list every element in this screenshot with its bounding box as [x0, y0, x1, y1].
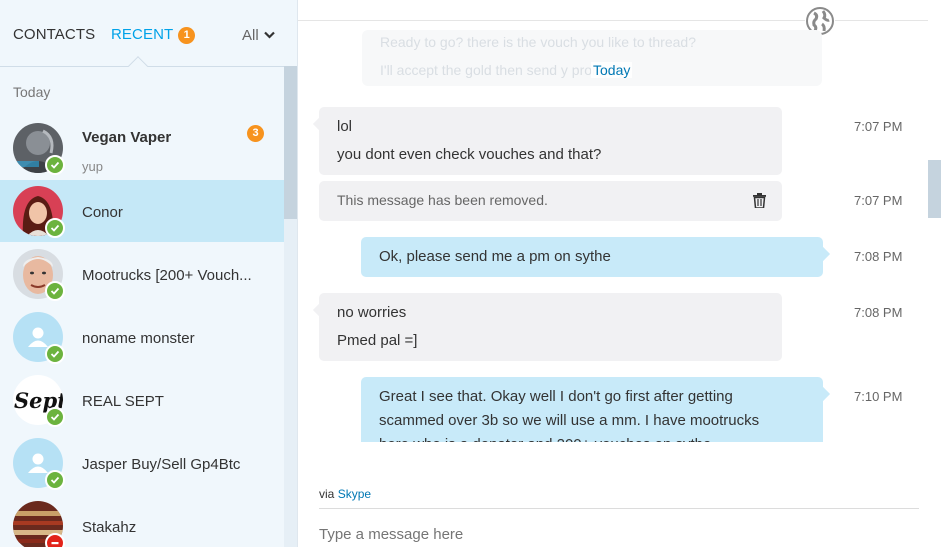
unread-badge: 3: [247, 125, 264, 142]
contact-item-stakahz[interactable]: Stakahz: [0, 495, 284, 547]
outgoing-message[interactable]: Ok, please send me a pm on sythe: [361, 237, 831, 277]
incoming-message[interactable]: no worries Pmed pal =]: [312, 293, 782, 361]
chat-scrollbar-thumb[interactable]: [928, 160, 941, 218]
contact-name: Mootrucks [200+ Vouch...: [82, 267, 252, 284]
contact-item-conor[interactable]: Conor: [0, 180, 284, 242]
trash-icon[interactable]: [753, 193, 766, 212]
bubble-tail: [312, 302, 328, 318]
online-status-icon: [45, 155, 65, 175]
contact-item-vegan-vaper[interactable]: Vegan Vaper yup 3: [0, 117, 284, 179]
online-status-icon: [45, 470, 65, 490]
bubble-tail: [312, 116, 328, 132]
via-skype-link[interactable]: Skype: [338, 487, 371, 501]
filter-dropdown[interactable]: All: [242, 26, 275, 44]
message-list-fade: [298, 442, 928, 472]
tab-recent-label: RECENT: [111, 26, 174, 43]
online-status-icon: [45, 344, 65, 364]
sidebar: CONTACTS RECENT 1 All Today Vegan Vaper y…: [0, 0, 297, 547]
tab-contacts[interactable]: CONTACTS: [13, 26, 95, 43]
online-status-icon: [45, 218, 65, 238]
contact-item-jasper[interactable]: Jasper Buy/Sell Gp4Btc: [0, 432, 284, 494]
contact-name: Jasper Buy/Sell Gp4Btc: [82, 456, 241, 473]
contact-name: REAL SEPT: [82, 393, 164, 410]
faded-message-line: Ready to go? there is the vouch you like…: [380, 34, 696, 50]
contact-last-message: yup: [82, 159, 103, 174]
message-text: you dont even check vouches and that?: [337, 146, 602, 163]
message-text: Ok, please send me a pm on sythe: [379, 248, 611, 265]
removed-message[interactable]: This message has been removed.: [319, 181, 782, 221]
message-text: Great I see that. Okay well I don't go f…: [379, 388, 733, 405]
message-timestamp: 7:07 PM: [854, 119, 903, 134]
online-status-icon: [45, 281, 65, 301]
contact-name: Conor: [82, 204, 123, 221]
chevron-down-icon: [263, 26, 275, 43]
message-text: lol: [337, 118, 353, 135]
recent-badge: 1: [178, 27, 196, 44]
filter-label: All: [242, 27, 259, 44]
busy-status-icon: [45, 533, 65, 547]
message-text: Pmed pal =]: [337, 332, 418, 349]
via-prefix: via: [319, 487, 335, 501]
contact-item-mootrucks[interactable]: Mootrucks [200+ Vouch...: [0, 243, 284, 305]
message-timestamp: 7:07 PM: [854, 193, 903, 208]
message-text: scammed over 3b so we will use a mm. I h…: [379, 412, 760, 429]
message-input[interactable]: [319, 526, 899, 543]
message-text: This message has been removed.: [337, 192, 548, 208]
bubble-tail: [815, 386, 831, 402]
chat-header-divider: [298, 20, 930, 21]
contact-name: noname monster: [82, 330, 195, 347]
day-separator: Today: [591, 62, 633, 78]
sidebar-tabs: CONTACTS RECENT 1 All: [0, 0, 297, 67]
online-status-icon: [45, 407, 65, 427]
contact-name: Stakahz: [82, 519, 137, 536]
tab-recent[interactable]: RECENT 1: [111, 26, 196, 44]
sidebar-scrollbar-thumb[interactable]: [284, 66, 297, 219]
message-timestamp: 7:08 PM: [854, 305, 903, 320]
contact-item-real-sept[interactable]: Sept REAL SEPT: [0, 369, 284, 431]
bubble-tail: [815, 246, 831, 262]
faded-message-line: I'll accept the gold then send y promptl…: [380, 62, 626, 78]
chat-scrollbar-track[interactable]: [928, 0, 941, 547]
message-timestamp: 7:10 PM: [854, 389, 903, 404]
compose-divider: [319, 508, 919, 509]
message-timestamp: 7:08 PM: [854, 249, 903, 264]
via-label: via Skype: [319, 487, 371, 501]
section-header-today: Today: [13, 84, 51, 100]
message-text: no worries: [337, 304, 407, 321]
contact-name: Vegan Vaper: [82, 129, 172, 146]
incoming-message[interactable]: lol you dont even check vouches and that…: [312, 107, 782, 175]
contact-item-noname-monster[interactable]: noname monster: [0, 306, 284, 368]
